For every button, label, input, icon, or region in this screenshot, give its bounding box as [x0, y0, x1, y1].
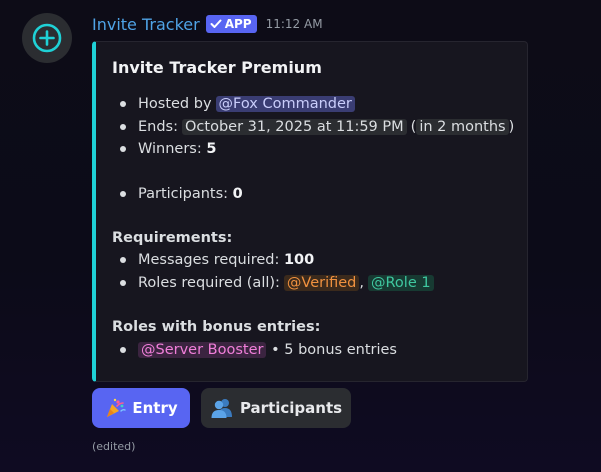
- ends-relative[interactable]: in 2 months: [416, 119, 509, 135]
- bot-avatar[interactable]: [22, 13, 72, 63]
- role-separator: ,: [359, 275, 364, 291]
- role-verified-mention[interactable]: @Verified: [283, 275, 360, 291]
- participants-line: Participants: 0: [120, 183, 243, 205]
- winners-label: Winners:: [138, 141, 202, 157]
- participants-label: Participants:: [138, 186, 229, 202]
- checkmark-icon: [210, 19, 222, 28]
- participants-value: 0: [232, 186, 243, 202]
- message-header: Invite Tracker APP 11:12 AM: [92, 12, 323, 36]
- roles-required-line: Roles required (all): @Verified, @Role 1: [120, 272, 434, 294]
- ends-line: Ends: October 31, 2025 at 11:59 PM (in 2…: [119, 116, 515, 138]
- party-popper-icon: [104, 397, 127, 419]
- winners-value: 5: [206, 141, 217, 157]
- author-name[interactable]: Invite Tracker: [92, 15, 200, 34]
- embed-title: Invite Tracker Premium: [112, 58, 322, 77]
- edited-indicator: (edited): [92, 440, 136, 453]
- messages-required-line: Messages required: 100: [119, 249, 315, 271]
- giveaway-embed: Invite Tracker Premium Hosted by @Fox Co…: [92, 41, 528, 382]
- participants-button-label: Participants: [239, 399, 343, 417]
- messages-required-value: 100: [283, 252, 315, 268]
- ends-label: Ends:: [138, 119, 178, 135]
- bonus-entries-text: • 5 bonus entries: [271, 342, 397, 358]
- busts-icon: [210, 397, 234, 419]
- ends-paren-close: ): [508, 119, 515, 135]
- messages-required-label: Messages required:: [138, 252, 280, 268]
- role-1-mention[interactable]: @Role 1: [368, 275, 434, 291]
- app-badge-label: APP: [224, 17, 252, 31]
- bonus-entries-title: Roles with bonus entries:: [112, 319, 321, 335]
- hosted-by-line: Hosted by @Fox Commander: [120, 93, 355, 115]
- requirements-title: Requirements:: [112, 230, 233, 246]
- host-mention[interactable]: @Fox Commander: [215, 96, 355, 112]
- message-timestamp: 11:12 AM: [265, 17, 323, 31]
- app-badge: APP: [205, 15, 257, 33]
- roles-required-label: Roles required (all):: [138, 275, 280, 291]
- entry-button-label: Entry: [132, 399, 178, 417]
- entry-button[interactable]: Entry: [92, 388, 190, 428]
- participants-button[interactable]: Participants: [201, 388, 351, 428]
- hosted-by-label: Hosted by: [138, 96, 212, 112]
- plus-circle-icon: [32, 23, 62, 53]
- bonus-role-line: @Server Booster • 5 bonus entries: [120, 339, 397, 361]
- server-booster-mention[interactable]: @Server Booster: [138, 342, 267, 358]
- ends-date[interactable]: October 31, 2025 at 11:59 PM: [182, 119, 407, 135]
- winners-line: Winners: 5: [119, 138, 217, 160]
